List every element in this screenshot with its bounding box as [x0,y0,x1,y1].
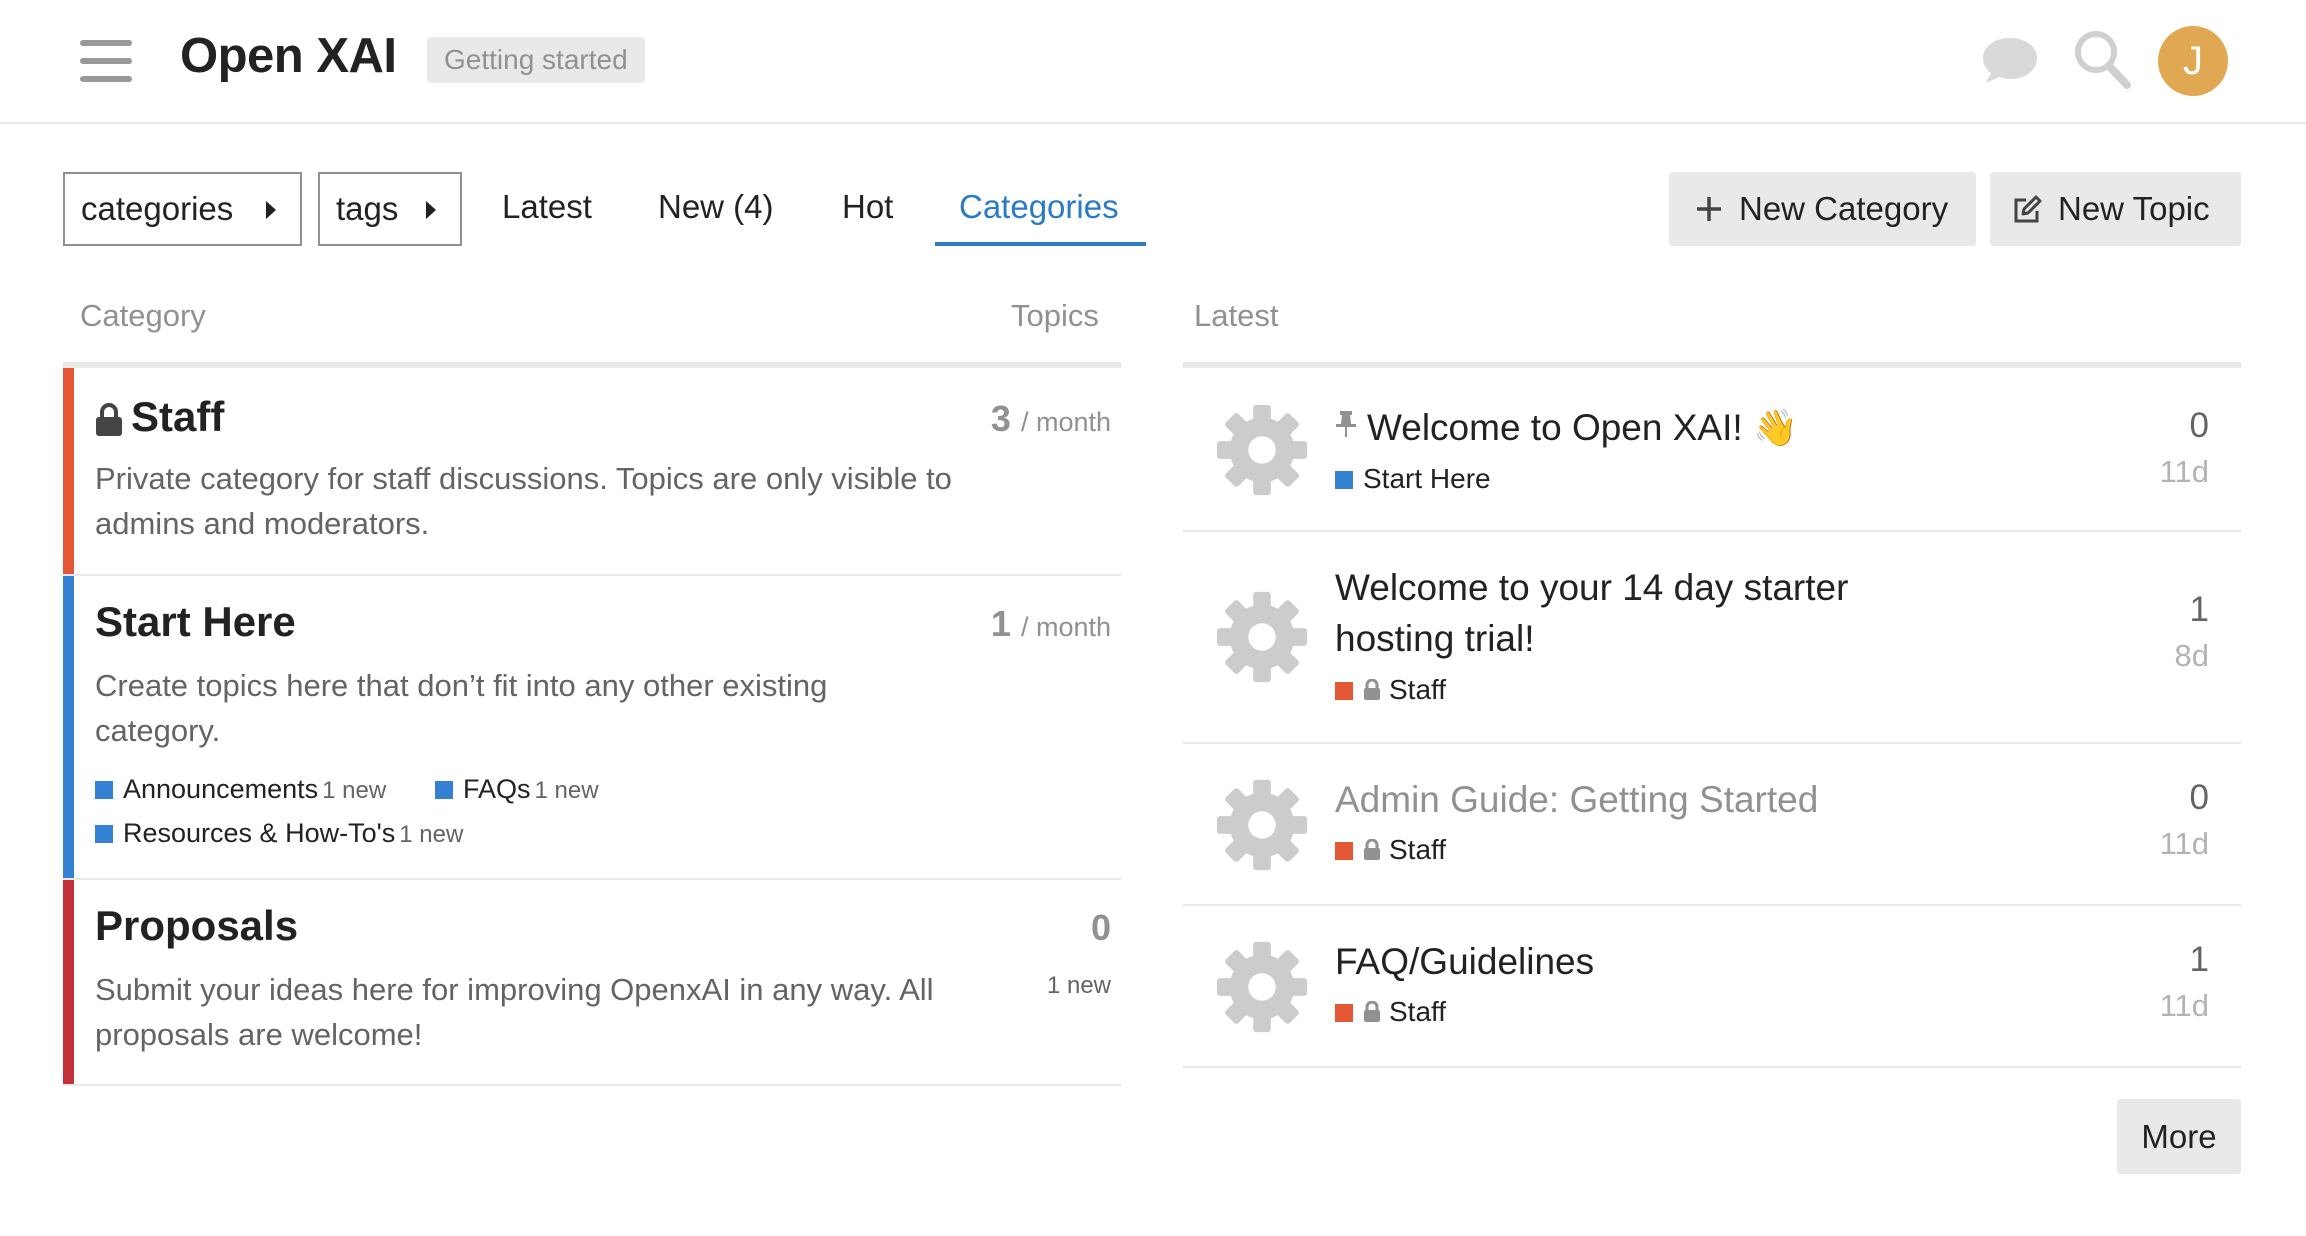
chat-icon[interactable] [1980,34,2040,86]
site-header: Open XAI Getting started J [0,0,2306,124]
subcategory-resources[interactable]: Resources & How-To's 1 new [95,818,463,849]
subcategory-color-square [435,781,453,799]
category-color-square [1335,842,1353,860]
lock-icon [1364,839,1380,860]
subcategory-new-count: 1 new [399,821,464,848]
topic-count-value: 3 [990,398,1011,439]
nav-hot[interactable]: Hot [842,188,893,226]
category-description: Submit your ideas here for improving Ope… [95,972,934,1052]
lock-icon [96,403,122,436]
subcategory-new-count: 1 new [534,777,599,804]
user-avatar[interactable]: J [2158,26,2228,96]
categories-dropdown[interactable]: categories [63,172,302,246]
category-column-header[interactable]: Category [80,298,206,334]
topic-row[interactable]: Admin Guide: Getting Started Staff 0 11d [1183,744,2241,906]
tags-dropdown-label: tags [336,190,399,227]
topic-count-period: / month [1020,612,1111,642]
category-color-bar [63,576,74,878]
gear-avatar-icon [1216,404,1308,496]
category-description: Private category for staff discussions. … [95,461,952,541]
category-topic-count: 1 / month [991,603,1111,645]
topic-activity-age[interactable]: 8d [2175,638,2209,674]
categories-dropdown-label: categories [81,190,234,227]
topic-title[interactable]: Welcome to Open XAI! 👋 [1335,402,1798,453]
category-color-square [1335,682,1353,700]
topic-post-count[interactable]: 1 [2190,590,2209,630]
category-row-proposals[interactable]: Proposals Submit your ideas here for imp… [63,880,1121,1086]
tags-dropdown[interactable]: tags [318,172,462,246]
subcategory-faqs[interactable]: FAQs 1 new [435,774,599,805]
topic-title[interactable]: Admin Guide: Getting Started [1335,774,1818,825]
topic-title[interactable]: FAQ/Guidelines [1335,936,1594,987]
subcategory-new-count: 1 new [322,777,387,804]
subcategory-color-square [95,825,113,843]
new-topic-button[interactable]: New Topic [1990,172,2241,246]
active-tab-underline [935,242,1146,246]
site-title[interactable]: Open XAI [180,28,397,84]
nav-categories[interactable]: Categories [959,188,1119,226]
topic-category-name: Staff [1389,996,1447,1027]
category-topic-count: 3 / month [991,398,1111,440]
subcategory-name: FAQs [463,774,531,804]
new-category-label: New Category [1739,190,1949,227]
subcategory-name: Resources & How-To's [123,818,396,848]
gear-avatar-icon [1216,591,1308,683]
category-color-bar [63,368,74,574]
category-color-square [1335,471,1353,489]
caret-right-icon [426,201,436,219]
hamburger-icon[interactable] [80,40,132,82]
category-name[interactable]: Start Here [95,598,296,646]
new-category-button[interactable]: New Category [1669,172,1976,246]
category-row-start-here[interactable]: Start Here Create topics here that don’t… [63,576,1121,880]
topic-category-name: Staff [1389,674,1447,705]
plus-icon [1697,197,1721,221]
subcategory-announcements[interactable]: Announcements 1 new [95,774,386,805]
gear-avatar-icon [1216,941,1308,1033]
category-color-bar [63,880,74,1084]
more-button[interactable]: More [2117,1099,2241,1174]
topic-count-period: / month [1020,407,1111,437]
category-new-count[interactable]: 1 new [1047,972,1111,1000]
category-row-staff[interactable]: Staff Private category for staff discuss… [63,368,1121,576]
nav-latest[interactable]: Latest [502,188,592,226]
topic-activity-age[interactable]: 11d [2160,454,2209,490]
topic-activity-age[interactable]: 11d [2160,826,2209,862]
topic-row[interactable]: FAQ/Guidelines Staff 1 11d [1183,906,2241,1068]
topic-count-value: 0 [1090,907,1111,948]
getting-started-badge[interactable]: Getting started [427,37,645,83]
pin-icon [1336,411,1356,437]
category-name[interactable]: Staff [131,393,224,441]
topic-category-badge[interactable]: Staff [1335,674,1446,706]
waving-hand-emoji: 👋 [1752,407,1798,448]
topic-category-badge[interactable]: Start Here [1335,463,1491,495]
topic-title[interactable]: Welcome to your 14 day starter hosting t… [1335,562,1915,664]
lock-icon [1364,679,1380,700]
caret-right-icon [266,201,276,219]
topic-post-count[interactable]: 0 [2190,778,2209,818]
category-description: Create topics here that don’t fit into a… [95,668,828,748]
topic-category-name: Staff [1389,834,1447,865]
new-topic-label: New Topic [2058,190,2210,227]
lock-icon [1364,1001,1380,1022]
search-icon[interactable] [2072,28,2132,90]
topic-category-badge[interactable]: Staff [1335,834,1446,866]
subcategory-name: Announcements [123,774,319,804]
topic-row[interactable]: Welcome to your 14 day starter hosting t… [1183,532,2241,744]
latest-column-header: Latest [1194,298,1279,333]
subcategory-color-square [95,781,113,799]
category-color-square [1335,1004,1353,1022]
topic-post-count[interactable]: 1 [2190,940,2209,980]
topic-activity-age[interactable]: 11d [2160,988,2209,1024]
topics-column-header[interactable]: Topics [1011,298,1099,334]
topic-category-name: Start Here [1363,463,1491,494]
topic-row[interactable]: Welcome to Open XAI! 👋 Start Here 0 11d [1183,368,2241,532]
nav-new[interactable]: New (4) [658,188,774,226]
topic-count-value: 1 [990,603,1011,644]
topic-category-badge[interactable]: Staff [1335,996,1446,1028]
topic-post-count[interactable]: 0 [2190,406,2209,446]
category-name[interactable]: Proposals [95,902,298,950]
gear-avatar-icon [1216,779,1308,871]
topic-title-text: Welcome to Open XAI! [1367,407,1743,448]
edit-icon [2014,195,2042,223]
